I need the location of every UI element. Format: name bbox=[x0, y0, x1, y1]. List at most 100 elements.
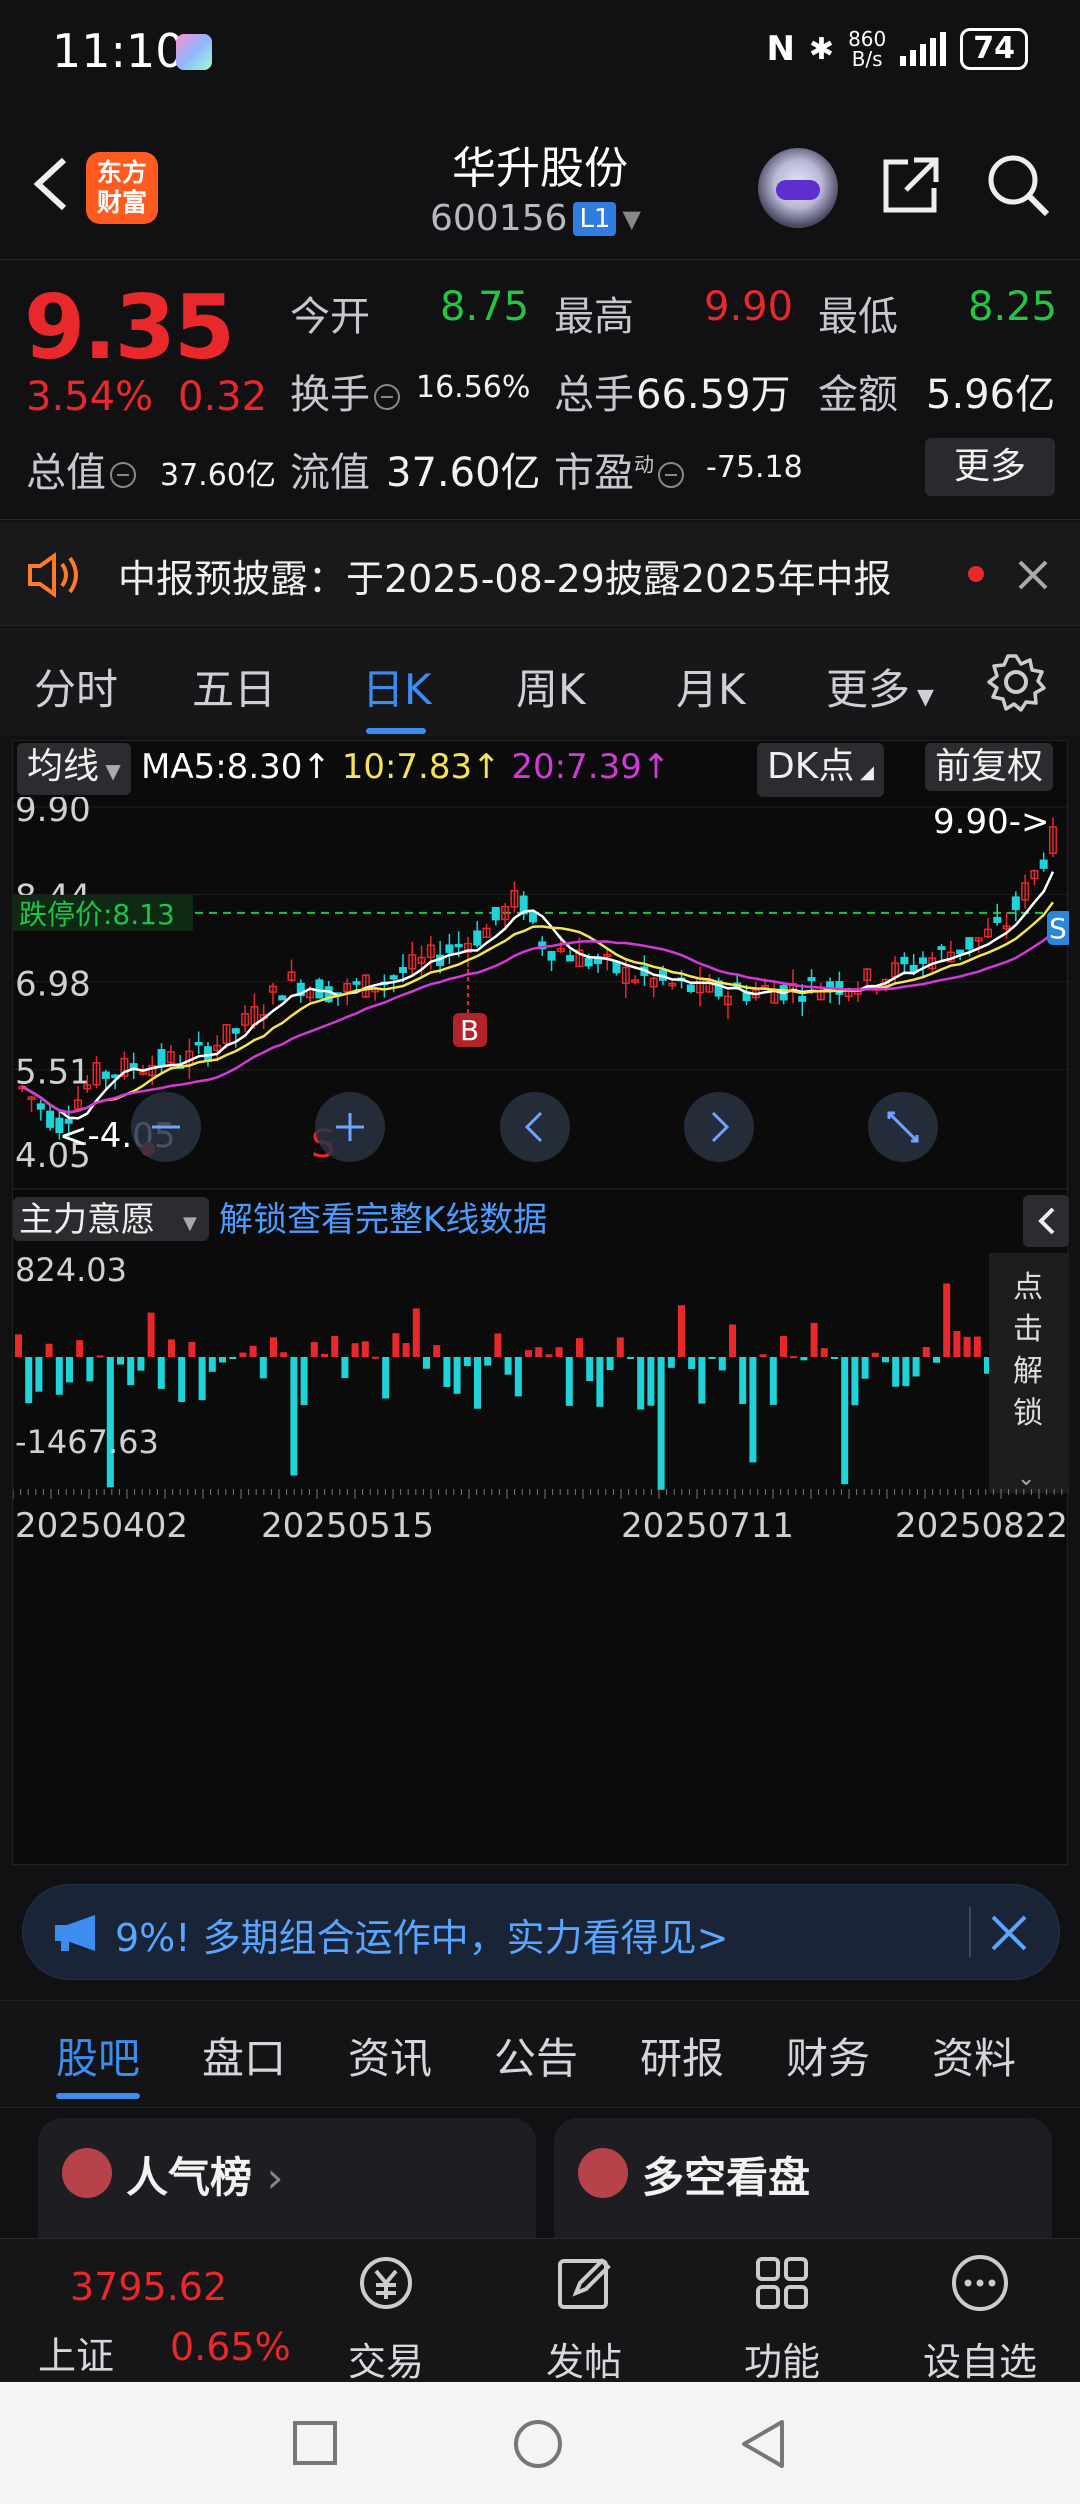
open-label: 今开 bbox=[290, 294, 370, 340]
candle-body bbox=[993, 916, 1002, 923]
info-icon[interactable] bbox=[374, 384, 400, 410]
content-tabs: 股吧 盘口 资讯 公告 研报 财务 资料 bbox=[0, 2000, 1080, 2108]
date-label: 20250822 bbox=[895, 1506, 1068, 1546]
sub-bar bbox=[729, 1324, 736, 1357]
ma5-value: MA5:8.30↑ bbox=[141, 747, 331, 787]
net-speed: 860 B/s bbox=[848, 27, 887, 71]
sub-bar bbox=[820, 1348, 828, 1357]
candle-body bbox=[157, 1049, 166, 1068]
sub-bar bbox=[331, 1335, 339, 1357]
candle-body bbox=[918, 957, 927, 964]
candle-body bbox=[584, 958, 593, 967]
volume-label: 总手 bbox=[554, 372, 634, 418]
search-icon[interactable] bbox=[985, 152, 1051, 218]
float-label: 流值 bbox=[290, 450, 370, 496]
sub-bar bbox=[514, 1357, 522, 1397]
more-quote-button[interactable]: 更多 bbox=[925, 438, 1055, 496]
unlock-kline-link[interactable]: 解锁查看完整K线数据 bbox=[219, 1200, 547, 1240]
tab-profile[interactable]: 资料 bbox=[932, 2025, 1016, 2086]
back-nav-icon[interactable] bbox=[740, 2418, 786, 2470]
kline-svg[interactable]: 9.908.446.985.514.05跌停价:8.139.90-><-4.05… bbox=[13, 797, 1069, 1867]
stock-code-selector[interactable]: 600156 L1 ▼ bbox=[430, 198, 641, 239]
share-icon[interactable] bbox=[878, 154, 942, 218]
sub-bar bbox=[137, 1357, 145, 1371]
gear-icon[interactable] bbox=[986, 652, 1046, 712]
tab-orderbook[interactable]: 盘口 bbox=[202, 2025, 286, 2086]
tab-weekly-k[interactable]: 周K bbox=[516, 656, 586, 717]
sub-bar bbox=[219, 1357, 226, 1363]
open-value: 8.75 bbox=[440, 284, 530, 330]
tab-research[interactable]: 研报 bbox=[640, 2025, 724, 2086]
sub-bar bbox=[790, 1356, 798, 1359]
high-label: 最高 bbox=[554, 294, 634, 340]
tab-intraday[interactable]: 分时 bbox=[34, 656, 118, 717]
sub-bar bbox=[433, 1345, 441, 1357]
sub-bar bbox=[423, 1357, 430, 1369]
home-icon[interactable] bbox=[512, 2418, 564, 2470]
sub-bar bbox=[922, 1347, 930, 1357]
y-axis-label: 5.51 bbox=[15, 1053, 91, 1093]
sub-bar bbox=[933, 1357, 940, 1363]
index-ticker[interactable]: 3795.62 上证 0.65% bbox=[20, 2239, 300, 2383]
grid-icon bbox=[756, 2257, 808, 2309]
sub-bar bbox=[290, 1357, 298, 1476]
functions-button[interactable]: 功能 bbox=[702, 2239, 862, 2384]
assistant-robot-icon[interactable] bbox=[758, 148, 838, 228]
tab-news[interactable]: 资讯 bbox=[348, 2025, 432, 2086]
tab-monthly-k[interactable]: 月K bbox=[676, 656, 746, 717]
float-value: 37.60亿 bbox=[386, 450, 541, 496]
add-watchlist-button[interactable]: 设自选 bbox=[900, 2239, 1060, 2384]
sub-bar bbox=[892, 1357, 900, 1387]
tab-five-day[interactable]: 五日 bbox=[192, 656, 276, 717]
sub-bar bbox=[851, 1357, 859, 1406]
chevron-down-icon: ▼ bbox=[622, 204, 641, 233]
unlock-side-char: 解 bbox=[1013, 1354, 1043, 1389]
dk-point-button[interactable]: DK点 ◢ bbox=[757, 743, 884, 797]
sub-bar bbox=[759, 1354, 767, 1357]
post-button[interactable]: 发帖 bbox=[504, 2239, 664, 2384]
more-circle-icon bbox=[952, 2255, 1008, 2311]
indicator-select[interactable]: 均线 ▼ bbox=[17, 743, 131, 795]
candle-body bbox=[491, 906, 500, 921]
tab-forum[interactable]: 股吧 bbox=[56, 2025, 140, 2099]
close-icon[interactable] bbox=[989, 1913, 1029, 1953]
y-axis-label: 9.90 bbox=[15, 797, 91, 830]
kline-chart-panel[interactable]: 均线 ▼ MA5:8.30↑ 10:7.83↑ 20:7.39↑ DK点 ◢ 前… bbox=[12, 740, 1069, 1867]
candle-body bbox=[937, 946, 946, 950]
sub-bar bbox=[555, 1347, 563, 1357]
sub-bar bbox=[443, 1357, 451, 1387]
sub-bar bbox=[484, 1357, 492, 1366]
sub-bar bbox=[902, 1357, 910, 1387]
tab-more[interactable]: 更多 ▼ bbox=[826, 656, 934, 717]
bull-bear-card[interactable]: 多空看盘 bbox=[554, 2118, 1052, 2238]
tab-daily-k[interactable]: 日K bbox=[362, 656, 432, 734]
tab-announcements[interactable]: 公告 bbox=[494, 2025, 578, 2086]
unread-dot bbox=[968, 566, 984, 582]
tab-financials[interactable]: 财务 bbox=[786, 2025, 870, 2086]
recent-apps-icon[interactable] bbox=[292, 2420, 338, 2466]
adjust-select[interactable]: 前复权 bbox=[925, 743, 1054, 791]
trade-button[interactable]: 交易 bbox=[306, 2239, 466, 2384]
candle-body bbox=[46, 1110, 55, 1128]
zoom-control-next[interactable] bbox=[684, 1092, 754, 1162]
ad-banner[interactable]: 9%! 多期组合运作中，实力看得见> bbox=[22, 1884, 1060, 1980]
candle-body bbox=[956, 949, 965, 955]
info-icon[interactable] bbox=[658, 462, 684, 488]
notice-bar[interactable]: 中报预披露：于2025-08-29披露2025年中报 bbox=[0, 522, 1080, 626]
zoom-control-prev[interactable] bbox=[500, 1092, 570, 1162]
turnover-label: 换手 bbox=[290, 362, 404, 420]
candle-body bbox=[398, 967, 407, 973]
sub-bar bbox=[963, 1336, 971, 1357]
change-percent: 3.54% bbox=[26, 374, 154, 420]
sub-bar bbox=[76, 1340, 84, 1357]
popularity-card[interactable]: 人气榜 › bbox=[38, 2118, 536, 2238]
s-marker-label: S bbox=[1049, 912, 1067, 945]
sub-bar bbox=[463, 1357, 471, 1367]
collapse-button[interactable] bbox=[1023, 1195, 1069, 1247]
ma-legend: MA5:8.30↑ 10:7.83↑ 20:7.39↑ bbox=[141, 747, 670, 787]
info-icon[interactable] bbox=[110, 462, 136, 488]
candle-body bbox=[454, 943, 463, 948]
index-value: 3795.62 bbox=[70, 2265, 228, 2309]
close-icon[interactable] bbox=[1016, 558, 1050, 592]
speaker-icon bbox=[28, 552, 78, 598]
